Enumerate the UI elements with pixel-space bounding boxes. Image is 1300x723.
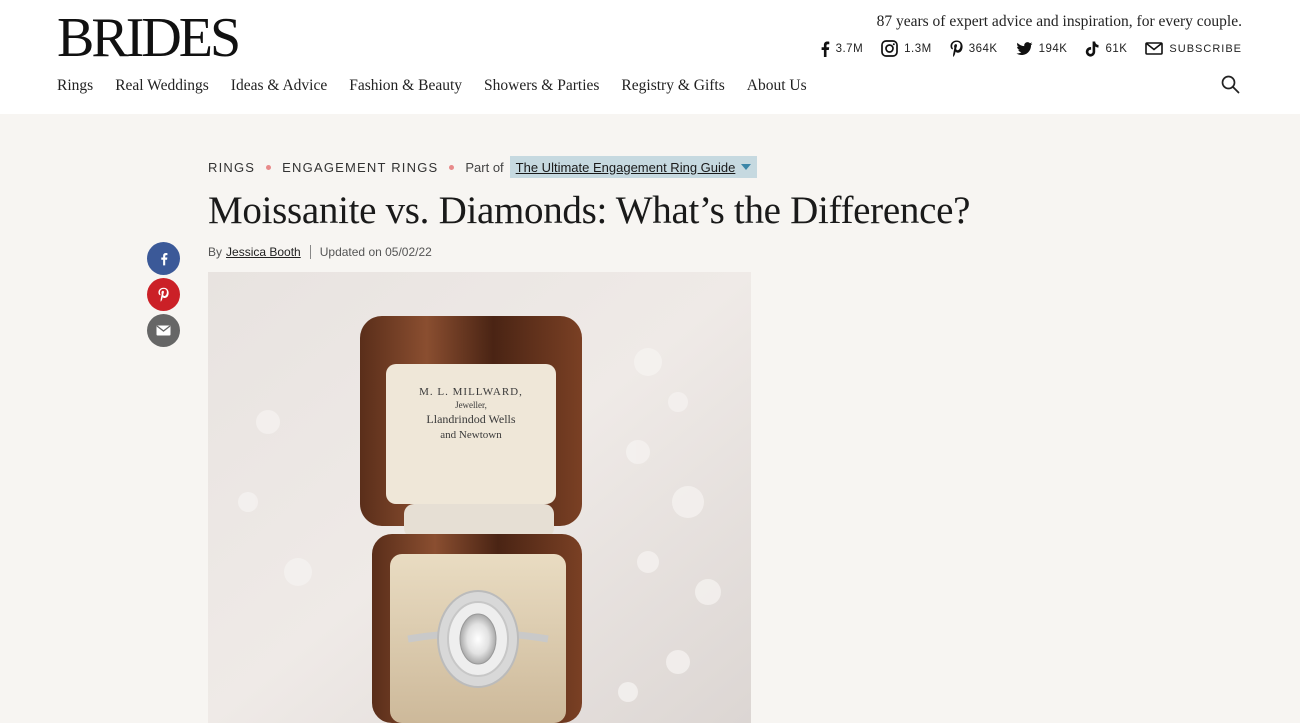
pinterest-icon xyxy=(950,40,963,57)
facebook-icon xyxy=(821,41,829,57)
box-engraving-line2: Jeweller, xyxy=(455,400,487,410)
breadcrumb: RINGS ENGAGEMENT RINGS Part of The Ultim… xyxy=(208,156,758,178)
twitter-link[interactable]: 194K xyxy=(1016,41,1068,56)
pinterest-icon xyxy=(158,287,169,302)
author-link[interactable]: Jessica Booth xyxy=(226,245,301,259)
tiktok-icon xyxy=(1086,41,1099,57)
instagram-icon xyxy=(881,40,899,57)
subscribe-label: SUBSCRIBE xyxy=(1169,42,1242,55)
share-email-button[interactable] xyxy=(147,314,180,347)
nav-rings[interactable]: Rings xyxy=(57,77,93,95)
nav-showers-parties[interactable]: Showers & Parties xyxy=(484,77,599,95)
pinterest-count: 364K xyxy=(968,42,998,55)
box-engraving-line3: Llandrindod Wells xyxy=(426,412,515,426)
instagram-link[interactable]: 1.3M xyxy=(881,40,932,57)
hero-image: M. L. MILLWARD, Jeweller, Llandrindod We… xyxy=(208,272,751,723)
breadcrumb-engagement-rings[interactable]: ENGAGEMENT RINGS xyxy=(282,160,438,175)
mail-icon xyxy=(156,325,171,336)
box-engraving-line4: and Newtown xyxy=(440,429,502,441)
twitter-count: 194K xyxy=(1038,42,1068,55)
share-rail xyxy=(147,242,180,347)
social-links: 3.7M 1.3M 364K 194K 61K SUBSCRIBE xyxy=(820,40,1242,57)
tiktok-count: 61K xyxy=(1105,42,1128,55)
search-button[interactable] xyxy=(1221,75,1240,99)
by-label: By xyxy=(208,245,223,259)
instagram-count: 1.3M xyxy=(904,42,932,55)
site-tagline: 87 years of expert advice and inspiratio… xyxy=(876,13,1242,30)
facebook-link[interactable]: 3.7M xyxy=(820,41,864,57)
article-title: Moissanite vs. Diamonds: What’s the Diff… xyxy=(208,189,971,232)
main-nav: Rings Real Weddings Ideas & Advice Fashi… xyxy=(57,77,807,95)
byline: By Jessica Booth Updated on 05/02/22 xyxy=(208,245,432,259)
subscribe-link[interactable]: SUBSCRIBE xyxy=(1145,42,1242,55)
brides-logo[interactable]: BRIDES xyxy=(57,8,241,68)
breadcrumb-separator xyxy=(266,164,272,170)
guide-dropdown[interactable]: The Ultimate Engagement Ring Guide xyxy=(509,156,758,178)
facebook-icon xyxy=(160,252,167,265)
guide-link: The Ultimate Engagement Ring Guide xyxy=(515,159,736,175)
search-icon xyxy=(1221,75,1240,94)
caret-down-icon xyxy=(741,164,752,170)
updated-date: Updated on 05/02/22 xyxy=(319,245,432,259)
nav-about-us[interactable]: About Us xyxy=(747,77,807,95)
mail-icon xyxy=(1145,42,1164,55)
ring-box-photo: M. L. MILLWARD, Jeweller, Llandrindod We… xyxy=(208,272,751,723)
tiktok-link[interactable]: 61K xyxy=(1085,41,1127,57)
site-header: BRIDES 87 years of expert advice and ins… xyxy=(0,0,1300,114)
box-engraving-line1: M. L. MILLWARD, xyxy=(419,386,523,398)
share-facebook-button[interactable] xyxy=(147,242,180,275)
pinterest-link[interactable]: 364K xyxy=(950,40,998,57)
share-pinterest-button[interactable] xyxy=(147,278,180,311)
byline-divider xyxy=(309,245,311,259)
part-of-label: Part of xyxy=(465,159,504,175)
nav-fashion-beauty[interactable]: Fashion & Beauty xyxy=(349,77,462,95)
breadcrumb-rings[interactable]: RINGS xyxy=(208,160,255,175)
facebook-count: 3.7M xyxy=(835,42,864,55)
breadcrumb-separator xyxy=(449,164,455,170)
twitter-icon xyxy=(1016,41,1033,55)
nav-registry-gifts[interactable]: Registry & Gifts xyxy=(621,77,724,95)
nav-real-weddings[interactable]: Real Weddings xyxy=(115,77,209,95)
nav-ideas-advice[interactable]: Ideas & Advice xyxy=(231,77,327,95)
